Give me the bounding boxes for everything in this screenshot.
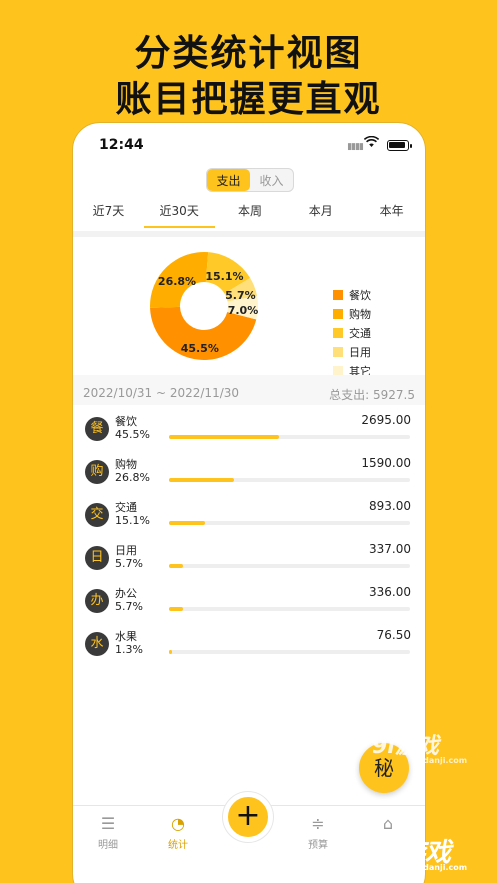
legend-swatch <box>333 346 343 357</box>
category-icon: 交 <box>85 503 109 527</box>
slice-label: 26.8% <box>158 275 196 288</box>
category-amount: 336.00 <box>369 585 411 599</box>
summary-bar: 2022/10/31 ~ 2022/11/30 总支出: 5927.5 <box>73 375 425 405</box>
toggle-expense[interactable]: 支出 <box>207 169 250 191</box>
category-percent: 15.1% <box>115 514 150 527</box>
legend-swatch <box>333 365 343 376</box>
status-bar: 12:44 ▮▮▮▮ <box>73 123 425 167</box>
tab-stats-label: 统计 <box>168 840 188 851</box>
range-tab-30days[interactable]: 近30天 <box>143 200 215 228</box>
progress-track <box>169 521 410 525</box>
chart-panel: 45.5% 26.8% 15.1% 5.7% 7.0% 餐饮 购物 交通 日用 其它 <box>73 231 425 378</box>
progress-fill <box>169 650 173 654</box>
phone-screen: 12:44 ▮▮▮▮ 支出 收入 近7天 近30天 本周 本月 本年 45.5%… <box>72 122 426 883</box>
tab-details-label: 明细 <box>98 840 118 851</box>
category-row[interactable]: 交交通 15.1% 893.00 <box>73 495 425 538</box>
tab-budget-label: 预算 <box>308 840 328 851</box>
legend-label: 餐饮 <box>349 288 371 302</box>
category-row[interactable]: 水水果 1.3% 76.50 <box>73 624 425 667</box>
type-toggle[interactable]: 支出 收入 <box>206 168 294 192</box>
add-record-button[interactable]: + <box>223 792 273 842</box>
range-tab-week[interactable]: 本周 <box>215 200 286 228</box>
progress-fill <box>169 564 183 568</box>
date-range: 2022/10/31 ~ 2022/11/30 <box>83 386 240 400</box>
category-name: 日用 <box>115 544 137 557</box>
category-amount: 337.00 <box>369 542 411 556</box>
legend-item: 购物 <box>333 304 371 323</box>
progress-fill <box>169 435 279 439</box>
watermark-top-site: 91danji.com <box>412 756 468 765</box>
category-name: 餐饮 <box>115 415 137 428</box>
range-tab-month[interactable]: 本月 <box>285 200 356 228</box>
progress-fill <box>169 478 234 482</box>
total-expense: 总支出: 5927.5 <box>329 388 415 402</box>
slice-label: 15.1% <box>205 270 243 283</box>
progress-fill <box>169 521 206 525</box>
tab-stats[interactable]: ◔ 统计 <box>148 814 208 851</box>
status-time: 12:44 <box>99 137 144 153</box>
category-name: 水果 <box>115 630 137 643</box>
progress-track <box>169 650 410 654</box>
category-icon: 日 <box>85 546 109 570</box>
legend-swatch <box>333 327 343 338</box>
battery-icon <box>387 140 412 151</box>
sliders-icon: ≑ <box>311 814 325 833</box>
category-amount: 1590.00 <box>361 456 411 470</box>
category-percent: 26.8% <box>115 471 150 484</box>
category-icon: 办 <box>85 589 109 613</box>
legend-item: 交通 <box>333 323 371 342</box>
category-name: 办公 <box>115 587 137 600</box>
category-amount: 2695.00 <box>361 413 411 427</box>
category-row[interactable]: 办办公 5.7% 336.00 <box>73 581 425 624</box>
progress-track <box>169 478 410 482</box>
legend-label: 日用 <box>349 345 371 359</box>
category-name: 购物 <box>115 458 137 471</box>
donut-labels: 45.5% 26.8% 15.1% 5.7% 7.0% <box>158 270 259 355</box>
category-list: 餐餐饮 45.5% 2695.00 购购物 26.8% 1590.00 交交通 15.1% 89… <box>73 409 425 667</box>
category-percent: 5.7% <box>115 557 143 570</box>
category-percent: 45.5% <box>115 428 150 441</box>
category-name: 交通 <box>115 501 137 514</box>
range-tab-7days[interactable]: 近7天 <box>73 200 144 228</box>
progress-track <box>169 435 410 439</box>
headline-line-1: 分类统计视图 <box>134 33 363 74</box>
legend-label: 交通 <box>349 326 371 340</box>
watermark-bottom-site: 91danji.com <box>412 863 468 872</box>
category-row[interactable]: 餐餐饮 45.5% 2695.00 <box>73 409 425 452</box>
toggle-income[interactable]: 收入 <box>250 169 293 191</box>
tab-budget[interactable]: ≑ 预算 <box>288 814 348 851</box>
category-icon: 购 <box>85 460 109 484</box>
range-tab-year[interactable]: 本年 <box>356 200 425 228</box>
category-amount: 76.50 <box>376 628 411 642</box>
category-icon: 水 <box>85 632 109 656</box>
category-row[interactable]: 购购物 26.8% 1590.00 <box>73 452 425 495</box>
legend-swatch <box>333 289 343 300</box>
category-percent: 5.7% <box>115 600 143 613</box>
progress-track <box>169 564 410 568</box>
tab-details[interactable]: ☰ 明细 <box>78 814 138 851</box>
slice-label: 5.7% <box>225 289 256 302</box>
legend-swatch <box>333 308 343 319</box>
watermark-top: 9l游戏 91danji.com <box>372 728 467 765</box>
slice-label: 45.5% <box>181 342 219 355</box>
legend-item: 餐饮 <box>333 285 371 304</box>
legend-label: 购物 <box>349 307 371 321</box>
pie-icon: ◔ <box>171 814 185 833</box>
progress-track <box>169 607 410 611</box>
category-row[interactable]: 日日用 5.7% 337.00 <box>73 538 425 581</box>
headline-line-2: 账目把握更直观 <box>115 79 382 120</box>
progress-fill <box>169 607 183 611</box>
slice-label: 7.0% <box>228 304 259 317</box>
chart-legend: 餐饮 购物 交通 日用 其它 <box>333 285 371 380</box>
signal-icon: ▮▮▮▮ <box>347 142 364 152</box>
watermark-bottom: 9l游戏 91danji.com <box>372 832 467 872</box>
category-amount: 893.00 <box>369 499 411 513</box>
category-percent: 1.3% <box>115 643 143 656</box>
range-tabs: 近7天 近30天 本周 本月 本年 <box>73 200 425 228</box>
category-icon: 餐 <box>85 417 109 441</box>
wifi-icon <box>364 136 379 147</box>
list-icon: ☰ <box>100 814 116 833</box>
legend-item: 日用 <box>333 342 371 361</box>
